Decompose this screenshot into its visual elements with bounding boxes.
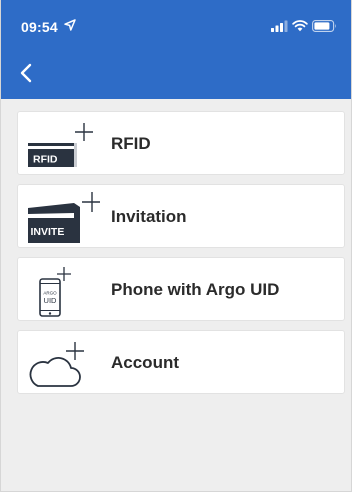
- invite-card-icon: INVITE: [28, 192, 100, 243]
- battery-icon: [312, 20, 336, 32]
- app-frame: 09:54 RFID RFID INVITE Invitation ARGO U…: [0, 0, 352, 492]
- svg-text:INVITE: INVITE: [31, 226, 65, 238]
- rfid-card-icon: RFID: [28, 123, 93, 167]
- menu-item-label: RFID: [111, 134, 151, 153]
- menu-item-account[interactable]: Account: [17, 330, 345, 394]
- wifi-icon: [292, 20, 308, 32]
- svg-text:ARGO: ARGO: [43, 291, 57, 296]
- svg-text:RFID: RFID: [33, 154, 58, 166]
- menu-item-label: Account: [111, 353, 179, 372]
- menu-item-phone-uid[interactable]: ARGO UID Phone with Argo UID: [17, 257, 345, 321]
- status-time: 09:54: [21, 19, 58, 35]
- menu-item-label: Phone with Argo UID: [111, 280, 280, 299]
- back-chevron-icon[interactable]: [15, 61, 39, 85]
- add-method-list: RFID RFID INVITE Invitation ARGO UID Pho…: [17, 111, 345, 403]
- menu-item-rfid[interactable]: RFID RFID: [17, 111, 345, 175]
- phone-uid-icon: ARGO UID: [39, 267, 71, 317]
- status-indicators: [271, 20, 337, 32]
- svg-text:UID: UID: [44, 296, 58, 305]
- menu-item-label: Invitation: [111, 207, 187, 226]
- menu-item-invitation[interactable]: INVITE Invitation: [17, 184, 345, 248]
- location-arrow-icon: [64, 19, 76, 31]
- cloud-account-icon: [29, 342, 84, 387]
- app-header: 09:54: [1, 0, 351, 99]
- signal-icon: [271, 20, 288, 32]
